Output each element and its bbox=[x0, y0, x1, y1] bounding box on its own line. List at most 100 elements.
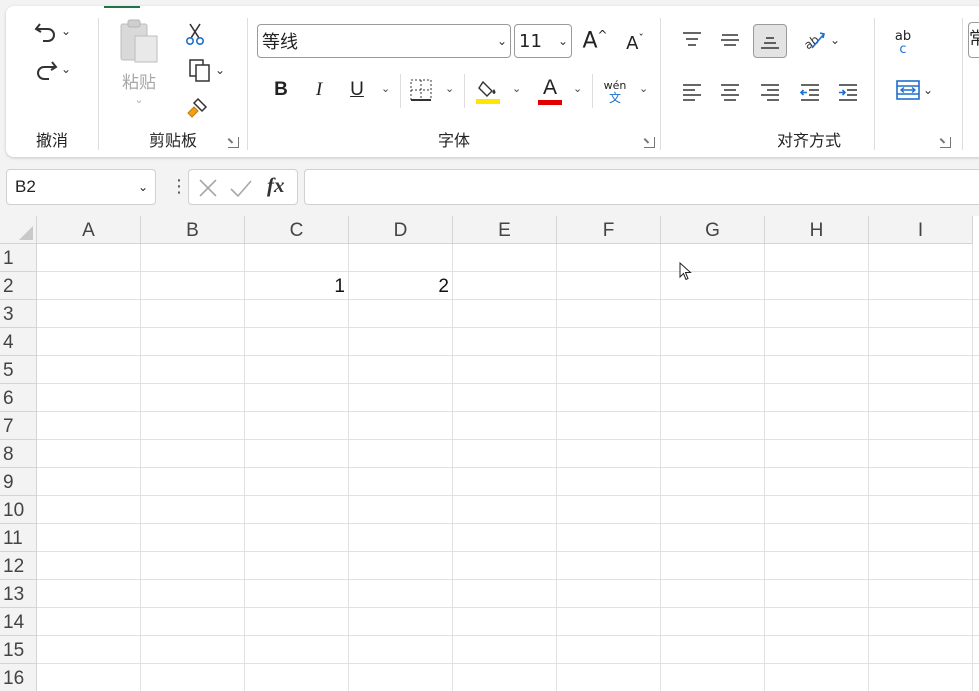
top-align-button[interactable] bbox=[677, 24, 707, 56]
cancel-x-icon[interactable] bbox=[197, 177, 219, 199]
chevron-down-icon[interactable]: ⌄ bbox=[61, 24, 71, 38]
cut-button[interactable] bbox=[183, 20, 207, 48]
bottom-align-button[interactable] bbox=[753, 24, 787, 58]
chevron-down-icon: ⌄ bbox=[922, 83, 934, 97]
column-header-D[interactable]: D bbox=[349, 216, 453, 244]
align-top-icon bbox=[683, 32, 701, 46]
italic-button[interactable]: I bbox=[306, 76, 332, 104]
row-header-13[interactable]: 13 bbox=[0, 580, 37, 608]
fill-color-button[interactable] bbox=[474, 74, 502, 108]
row-header-4[interactable]: 4 bbox=[0, 328, 37, 356]
row-header-1[interactable]: 1 bbox=[0, 244, 37, 272]
row-header-15[interactable]: 15 bbox=[0, 636, 37, 664]
phonetic-guide-button[interactable]: wén 文 bbox=[600, 76, 630, 108]
chevron-down-icon: ⌄ bbox=[134, 93, 144, 106]
align-right-button[interactable] bbox=[755, 76, 785, 108]
column-header-H[interactable]: H bbox=[765, 216, 869, 244]
gridline-horizontal bbox=[37, 551, 979, 552]
column-header-C[interactable]: C bbox=[245, 216, 349, 244]
wrap-text-glyph-bottom: c bbox=[899, 42, 907, 57]
number-format-select[interactable]: 常 bbox=[968, 22, 979, 58]
bold-button[interactable]: B bbox=[268, 76, 294, 104]
row-header-7[interactable]: 7 bbox=[0, 412, 37, 440]
formula-input[interactable] bbox=[304, 169, 979, 205]
font-dialog-launcher-icon[interactable] bbox=[644, 137, 655, 148]
chevron-down-icon[interactable]: ⌄ bbox=[573, 82, 582, 95]
enter-check-icon[interactable] bbox=[229, 177, 253, 199]
row-header-8[interactable]: 8 bbox=[0, 440, 37, 468]
paste-clipboard-icon bbox=[120, 19, 158, 63]
cell-D2[interactable]: 2 bbox=[349, 272, 453, 300]
font-name-select[interactable]: 等线 ⌄ bbox=[257, 24, 511, 58]
borders-button[interactable] bbox=[408, 76, 434, 104]
gridline-horizontal bbox=[37, 467, 979, 468]
wrap-text-button[interactable]: ab c bbox=[886, 26, 920, 60]
clipboard-dialog-launcher-icon[interactable] bbox=[228, 137, 239, 148]
gridline-horizontal bbox=[37, 663, 979, 664]
chevron-down-icon[interactable]: ⌄ bbox=[512, 82, 521, 95]
alignment-dialog-launcher-icon[interactable] bbox=[940, 137, 951, 148]
chevron-down-icon[interactable]: ⌄ bbox=[215, 63, 225, 77]
increase-indent-button[interactable] bbox=[833, 76, 863, 108]
column-header-I[interactable]: I bbox=[869, 216, 973, 244]
decrease-indent-button[interactable] bbox=[795, 76, 825, 108]
chevron-down-icon[interactable]: ⌄ bbox=[639, 82, 648, 95]
column-header-G[interactable]: G bbox=[661, 216, 765, 244]
cell-C2[interactable]: 1 bbox=[245, 272, 349, 300]
font-group: 等线 ⌄ 11 ⌄ A^ Aˇ B I U ⌄ ⌄ ⌄ A ⌄ wén 文 ⌄ … bbox=[248, 6, 660, 157]
align-middle-icon bbox=[721, 34, 739, 46]
column-header-F[interactable]: F bbox=[557, 216, 661, 244]
format-painter-icon bbox=[187, 97, 208, 118]
increase-font-size-button[interactable]: A^ bbox=[580, 24, 610, 58]
font-color-button[interactable]: A bbox=[536, 74, 564, 108]
number-format-value: 常 bbox=[969, 29, 979, 49]
underline-button[interactable]: U bbox=[344, 76, 370, 104]
column-header-B[interactable]: B bbox=[141, 216, 245, 244]
row-header-16[interactable]: 16 bbox=[0, 664, 37, 691]
scissors-icon bbox=[185, 23, 205, 46]
more-options-icon[interactable]: ⋮ bbox=[170, 176, 188, 197]
name-box[interactable]: B2 ⌄ bbox=[6, 169, 156, 205]
row-header-9[interactable]: 9 bbox=[0, 468, 37, 496]
merge-center-button[interactable]: ⌄ bbox=[886, 74, 942, 106]
alignment-group-label: 对齐方式 bbox=[776, 131, 841, 150]
column-header-A[interactable]: A bbox=[37, 216, 141, 244]
row-header-3[interactable]: 3 bbox=[0, 300, 37, 328]
format-painter-button[interactable] bbox=[183, 94, 211, 122]
row-header-12[interactable]: 12 bbox=[0, 552, 37, 580]
row-header-6[interactable]: 6 bbox=[0, 384, 37, 412]
row-header-2[interactable]: 2 bbox=[0, 272, 37, 300]
chevron-down-icon: ⌄ bbox=[557, 34, 569, 48]
gridline-horizontal bbox=[37, 299, 979, 300]
middle-align-button[interactable] bbox=[715, 24, 745, 56]
row-header-14[interactable]: 14 bbox=[0, 608, 37, 636]
chevron-down-icon[interactable]: ⌄ bbox=[445, 82, 454, 95]
font-size-value: 11 bbox=[519, 30, 542, 52]
copy-button[interactable]: ⌄ bbox=[181, 56, 231, 84]
row-header-11[interactable]: 11 bbox=[0, 524, 37, 552]
gridline-horizontal bbox=[37, 635, 979, 636]
copy-icon bbox=[189, 59, 210, 82]
row-header-5[interactable]: 5 bbox=[0, 356, 37, 384]
gridline-horizontal bbox=[37, 271, 979, 272]
row-header-10[interactable]: 10 bbox=[0, 496, 37, 524]
orientation-button[interactable]: ab ⌄ bbox=[797, 24, 845, 56]
merge-cells-icon bbox=[896, 80, 920, 100]
divider bbox=[464, 74, 465, 108]
paste-label: 粘贴 bbox=[122, 73, 156, 93]
column-header-E[interactable]: E bbox=[453, 216, 557, 244]
align-left-button[interactable] bbox=[677, 76, 707, 108]
decrease-font-size-button[interactable]: Aˇ bbox=[620, 26, 650, 60]
chevron-down-icon[interactable]: ⌄ bbox=[61, 62, 71, 76]
align-center-button[interactable] bbox=[715, 76, 745, 108]
undo-button[interactable]: ⌄ bbox=[26, 16, 78, 46]
select-all-button[interactable] bbox=[0, 216, 37, 244]
align-center-icon bbox=[721, 84, 739, 101]
formula-buttons: fx bbox=[188, 169, 298, 205]
redo-button[interactable]: ⌄ bbox=[26, 54, 78, 84]
font-size-select[interactable]: 11 ⌄ bbox=[514, 24, 572, 58]
paste-button[interactable]: 粘贴 ⌄ bbox=[113, 18, 165, 114]
insert-function-button[interactable]: fx bbox=[267, 173, 285, 198]
worksheet-grid[interactable]: ABCDEFGHI 1 2 3 4 5 6 7 8 9 10 11 12 13 14 15 16 1 2 bbox=[0, 216, 979, 691]
chevron-down-icon[interactable]: ⌄ bbox=[381, 82, 390, 95]
